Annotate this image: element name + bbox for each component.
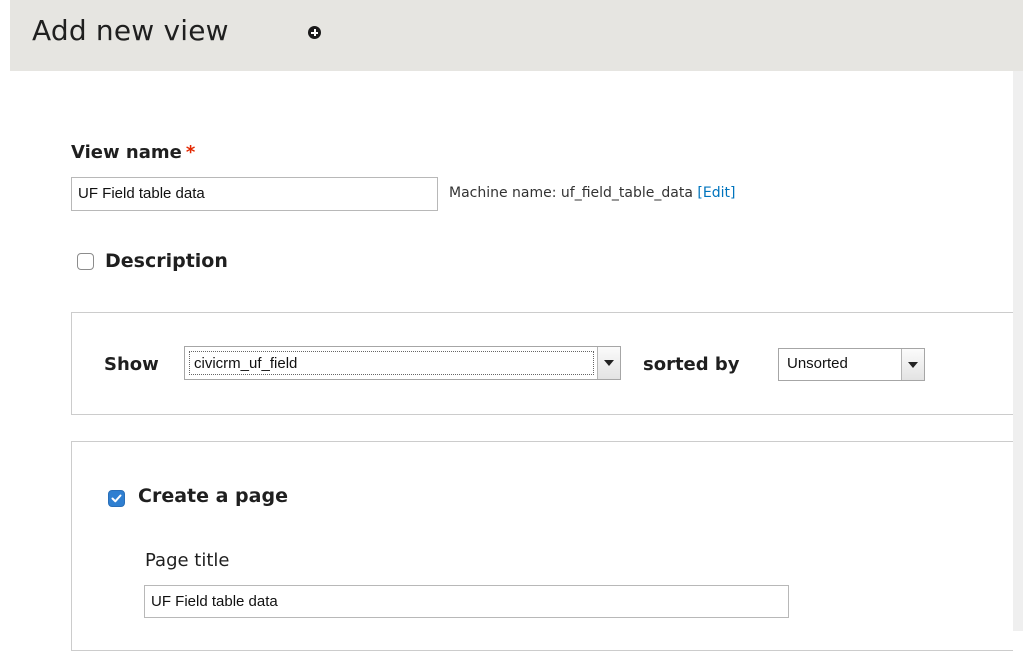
- description-label: Description: [105, 250, 228, 272]
- check-icon: [111, 494, 122, 503]
- page-title-input[interactable]: UF Field table data: [144, 585, 789, 618]
- right-gutter: [1013, 71, 1023, 631]
- sorted-by-label: sorted by: [643, 354, 740, 375]
- view-name-label-text: View name: [71, 142, 182, 163]
- left-edge: [0, 0, 10, 631]
- show-select[interactable]: civicrm_uf_field: [184, 346, 621, 380]
- show-panel: Show civicrm_uf_field sorted by Unsorted: [71, 312, 1013, 415]
- description-checkbox[interactable]: [77, 253, 94, 270]
- chevron-down-icon[interactable]: [901, 349, 924, 380]
- plus-circle-icon[interactable]: [308, 26, 321, 39]
- create-page-label: Create a page: [138, 485, 288, 507]
- sorted-by-select-value: Unsorted: [787, 355, 848, 372]
- page-title: Add new view: [32, 14, 229, 47]
- required-marker: *: [185, 142, 196, 163]
- machine-name-edit-link[interactable]: [Edit]: [697, 185, 735, 201]
- sorted-by-select[interactable]: Unsorted: [778, 348, 925, 381]
- page-title-label: Page title: [145, 550, 230, 571]
- page-panel: Create a page Page title UF Field table …: [71, 441, 1013, 651]
- chevron-down-icon[interactable]: [597, 347, 620, 379]
- show-label: Show: [104, 354, 159, 375]
- view-name-input[interactable]: UF Field table data: [71, 177, 438, 211]
- show-select-value: civicrm_uf_field: [189, 351, 594, 375]
- view-name-label: View name *: [71, 142, 195, 163]
- machine-name-text: Machine name: uf_field_table_data: [449, 185, 693, 201]
- create-page-checkbox[interactable]: [108, 490, 125, 507]
- page-header: Add new view: [10, 0, 1023, 71]
- machine-name: Machine name: uf_field_table_data [Edit]: [449, 185, 735, 201]
